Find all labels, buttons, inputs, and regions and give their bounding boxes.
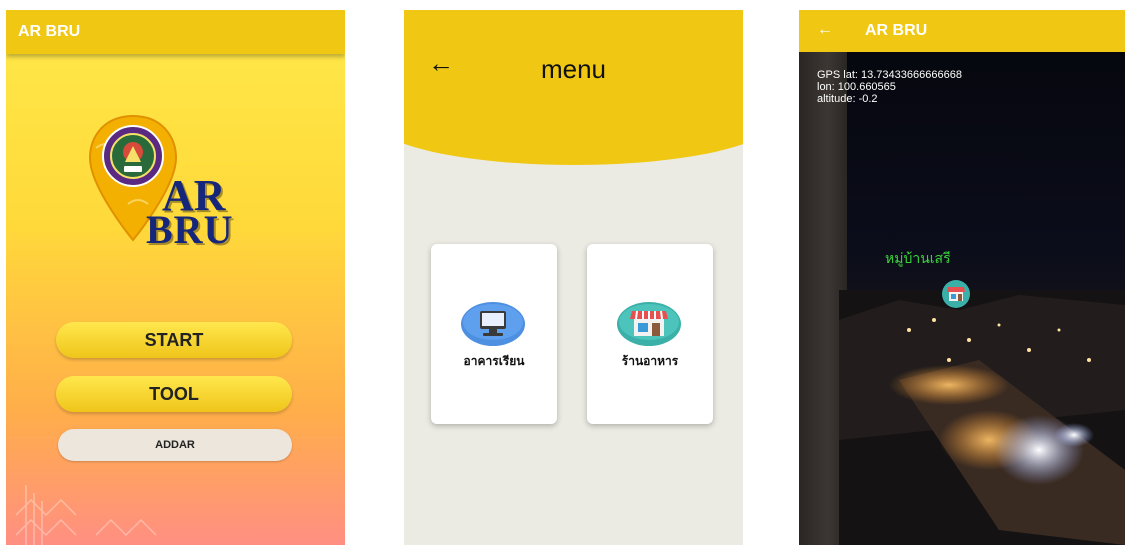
gps-latitude: GPS lat: 13.73433666666668 <box>817 69 962 81</box>
menu-header <box>404 10 743 165</box>
gps-readout: GPS lat: 13.73433666666668 lon: 100.6605… <box>817 69 962 105</box>
app-title: AR BRU <box>865 22 928 39</box>
app-title: AR BRU <box>18 23 81 40</box>
app-logo: AR BRU <box>88 108 278 252</box>
app-bar: AR BRU <box>6 10 345 54</box>
camera-city-view <box>839 290 1125 545</box>
menu-card-food-label: ร้านอาหาร <box>621 354 679 368</box>
menu-card-building-label: อาคารเรียน <box>463 354 525 368</box>
gps-altitude: altitude: -0.2 <box>817 93 878 105</box>
tool-button[interactable]: TOOL <box>56 376 292 412</box>
computer-icon <box>461 302 525 346</box>
start-button[interactable]: START <box>56 322 292 358</box>
menu-title: menu <box>540 54 607 84</box>
poi-label[interactable]: หมู่บ้านเสรี <box>885 248 951 270</box>
app-bar: ← AR BRU <box>799 10 1125 52</box>
left-arrow-icon[interactable]: ← <box>817 21 833 39</box>
menu-card-food[interactable]: ร้านอาหาร <box>587 244 713 424</box>
addar-button[interactable]: ADDAR <box>58 429 292 461</box>
store-icon[interactable] <box>942 280 970 308</box>
menu-screen: ← menu อาคารเรียน ร้านอาหาร <box>404 10 743 545</box>
decorative-pattern <box>15 485 157 545</box>
store-icon <box>617 302 681 346</box>
home-screen: AR BRU AR BRU START TOOL ADDAR <box>6 10 345 545</box>
menu-card-building[interactable]: อาคารเรียน <box>431 244 557 424</box>
logo-text-bru: BRU <box>146 207 234 252</box>
gps-longitude: lon: 100.660565 <box>817 81 896 93</box>
ar-camera-screen: ← AR BRU GPS lat: 13.73433666666668 lon:… <box>799 10 1125 545</box>
